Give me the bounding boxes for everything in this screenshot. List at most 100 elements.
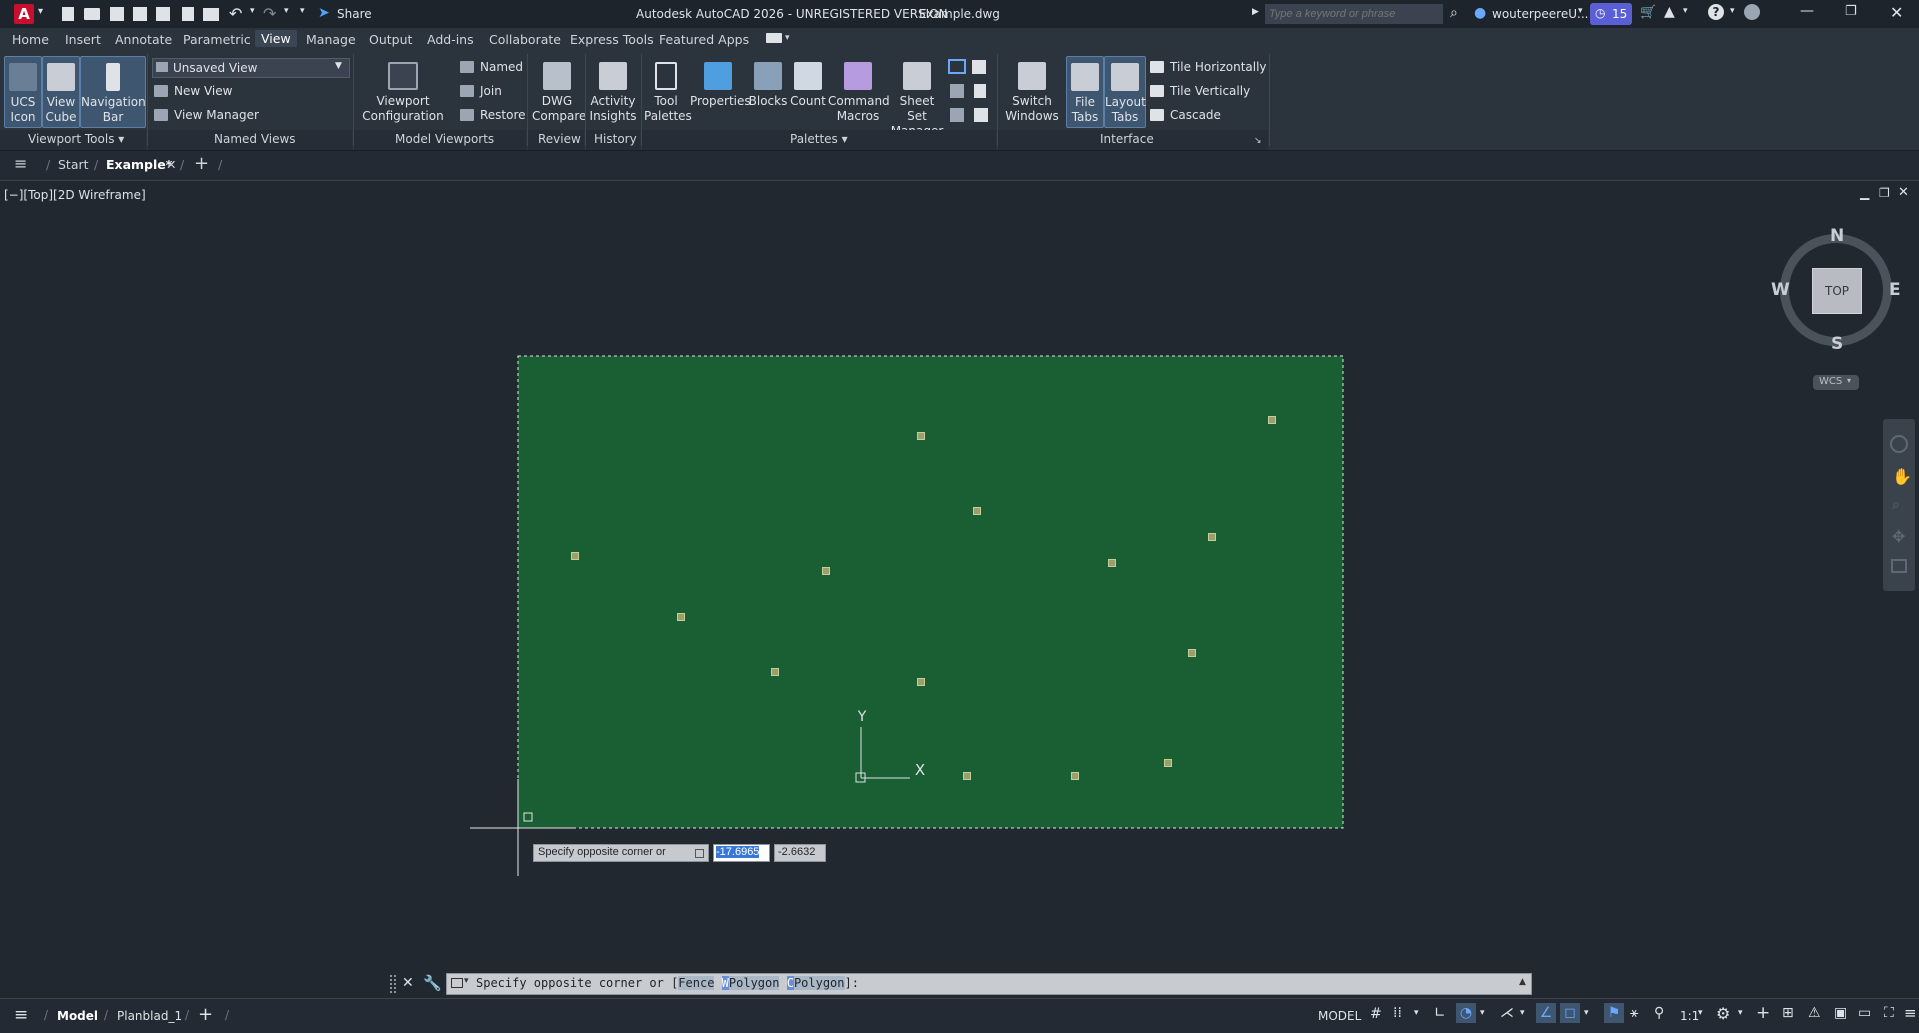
tab-add-ins[interactable]: Add-ins xyxy=(427,32,474,47)
layout-menu-icon[interactable]: ≡ xyxy=(14,1005,28,1025)
point-object[interactable] xyxy=(677,613,685,621)
fence-option[interactable]: Fence xyxy=(678,976,715,990)
command-prompt-icon[interactable] xyxy=(451,978,463,988)
isodraft-dropdown-icon[interactable]: ▾ xyxy=(1520,1008,1525,1018)
user-icon[interactable]: ● xyxy=(1474,5,1486,21)
hardware-acceleration-icon[interactable]: ▣ xyxy=(1834,1005,1847,1021)
point-object[interactable] xyxy=(963,772,971,780)
workspace-dropdown-icon[interactable]: ▾ xyxy=(1738,1008,1743,1018)
object-snap-icon[interactable]: ◻ xyxy=(1560,1003,1580,1023)
drawing-area[interactable]: [−][Top][2D Wireframe] ▁ ❐ ✕ TOP N S E W… xyxy=(0,181,1919,997)
tab-home[interactable]: Home xyxy=(12,32,49,47)
external-references-icon[interactable] xyxy=(948,59,966,74)
dwg-compare-button[interactable]: DWG Compare xyxy=(532,56,586,126)
tool-palettes-button[interactable]: Tool Palettes xyxy=(644,56,692,126)
minimize-icon[interactable]: — xyxy=(1800,3,1814,19)
point-object[interactable] xyxy=(1188,649,1196,657)
model-space-button[interactable]: MODEL xyxy=(1318,1009,1361,1023)
wpolygon-option-key[interactable]: W xyxy=(721,976,729,990)
tab-view[interactable]: View xyxy=(255,30,297,47)
design-center-icon[interactable] xyxy=(972,60,986,74)
isolate-objects-icon[interactable]: ▭ xyxy=(1858,1005,1871,1021)
units-icon[interactable]: ⊞ xyxy=(1782,1005,1794,1021)
named-viewports-button[interactable]: Named xyxy=(460,60,523,74)
tab-collaborate[interactable]: Collaborate xyxy=(489,32,561,47)
point-object[interactable] xyxy=(1164,759,1172,767)
tab-express-tools[interactable]: Express Tools xyxy=(570,32,654,47)
cart-icon[interactable]: 🛒 xyxy=(1640,5,1656,20)
add-layout-icon[interactable]: + xyxy=(198,1004,213,1025)
redo-icon[interactable]: ↷ xyxy=(263,4,276,23)
share-button[interactable]: Share xyxy=(337,7,372,21)
tab-output[interactable]: Output xyxy=(369,32,412,47)
quick-properties-icon[interactable]: ⚠ xyxy=(1808,1005,1821,1021)
new-file-icon[interactable] xyxy=(62,7,74,21)
point-object[interactable] xyxy=(1071,772,1079,780)
tab-manage[interactable]: Manage xyxy=(306,32,356,47)
close-tab-icon[interactable]: ✕ xyxy=(166,157,176,172)
snap-icon[interactable]: ⁞⁞ xyxy=(1393,1005,1402,1021)
file-tab-example[interactable]: Example* xyxy=(106,157,172,172)
snap-dropdown-icon[interactable]: ▾ xyxy=(1414,1008,1419,1018)
autoscale-icon[interactable]: ⚹ xyxy=(1630,1005,1638,1021)
model-tab[interactable]: Model xyxy=(57,1009,98,1023)
sheet-set-manager-button[interactable]: Sheet Set Manager xyxy=(890,56,944,138)
restore-viewports-button[interactable]: Restore xyxy=(460,108,526,122)
point-object[interactable] xyxy=(917,678,925,686)
isodraft-icon[interactable]: ⋌ xyxy=(1500,1005,1514,1021)
save-icon[interactable] xyxy=(110,7,124,21)
ortho-icon[interactable]: ∟ xyxy=(1434,1005,1446,1021)
restore-window-icon[interactable]: ❐ xyxy=(1845,4,1857,19)
view-select[interactable]: Unsaved View ▼ xyxy=(152,58,350,78)
command-line[interactable]: ▾ Specify opposite corner or [Fence WPol… xyxy=(446,973,1532,995)
point-object[interactable] xyxy=(1108,559,1116,567)
blocks-button[interactable]: Blocks xyxy=(748,56,788,126)
polar-dropdown-icon[interactable]: ▾ xyxy=(1480,1008,1485,1018)
point-object[interactable] xyxy=(1208,533,1216,541)
new-view-button[interactable]: New View xyxy=(154,84,232,98)
share-icon[interactable]: ➤ xyxy=(318,5,330,21)
annotation-scale-icon[interactable]: ⚲ xyxy=(1654,1005,1664,1021)
file-tab-start[interactable]: Start xyxy=(58,157,89,172)
quickcalc-icon[interactable] xyxy=(974,84,986,98)
plot-icon[interactable] xyxy=(203,8,219,21)
app-dropdown-icon[interactable]: ▾ xyxy=(1683,6,1688,16)
qat-customize-icon[interactable]: ▾ xyxy=(300,6,305,16)
help-icon[interactable]: ? xyxy=(1708,4,1724,20)
command-line-customize-icon[interactable]: 🔧 xyxy=(423,974,442,992)
new-tab-icon[interactable]: + xyxy=(194,153,209,174)
viewport-tools-title[interactable]: Viewport Tools ▾ xyxy=(28,132,124,146)
file-tabs-button[interactable]: File Tabs xyxy=(1066,56,1104,128)
tab-annotate[interactable]: Annotate xyxy=(115,32,172,47)
command-history-chevron-icon[interactable]: ▾ xyxy=(464,976,469,986)
object-snap-tracking-icon[interactable]: ∠ xyxy=(1536,1003,1556,1023)
polar-tracking-icon[interactable]: ◔ xyxy=(1456,1003,1476,1023)
tab-parametric[interactable]: Parametric xyxy=(183,32,251,47)
scale-dropdown-icon[interactable]: ▾ xyxy=(1698,1008,1703,1018)
annotation-visibility-icon[interactable]: ⚑ xyxy=(1604,1003,1624,1023)
point-object[interactable] xyxy=(822,567,830,575)
redo-dropdown-icon[interactable]: ▾ xyxy=(284,6,289,16)
autodesk-app-icon[interactable]: ▲ xyxy=(1664,4,1675,20)
notifications-badge[interactable]: ◷ 15 xyxy=(1590,3,1632,25)
coord-x-field[interactable]: -17.6965 xyxy=(713,844,770,862)
print-preview-icon[interactable] xyxy=(974,108,988,122)
file-tab-menu-icon[interactable]: ≡ xyxy=(14,154,27,173)
save-as-icon[interactable] xyxy=(133,7,147,21)
palettes-title[interactable]: Palettes ▾ xyxy=(790,132,848,146)
grid-icon[interactable]: # xyxy=(1370,1006,1382,1022)
navigation-bar-button[interactable]: Navigation Bar xyxy=(80,56,146,128)
object-snap-dropdown-icon[interactable]: ▾ xyxy=(1584,1008,1589,1018)
command-line-expand-icon[interactable]: ▲ xyxy=(1519,977,1526,987)
help-dropdown-icon[interactable]: ▾ xyxy=(1730,6,1735,16)
coord-y-field[interactable]: -2.6632 xyxy=(774,844,826,862)
search-expand-icon[interactable]: ▶ xyxy=(1252,7,1259,17)
point-object[interactable] xyxy=(917,432,925,440)
command-line-close-icon[interactable]: ✕ xyxy=(402,975,414,991)
customize-status-bar-icon[interactable]: ≡ xyxy=(1904,1004,1917,1022)
count-button[interactable]: Count xyxy=(790,56,826,126)
layout-tabs-button[interactable]: Layout Tabs xyxy=(1104,56,1146,128)
view-manager-button[interactable]: View Manager xyxy=(154,108,259,122)
cloud-save-icon[interactable] xyxy=(156,7,170,21)
app-menu-chevron-icon[interactable]: ▾ xyxy=(38,6,43,17)
